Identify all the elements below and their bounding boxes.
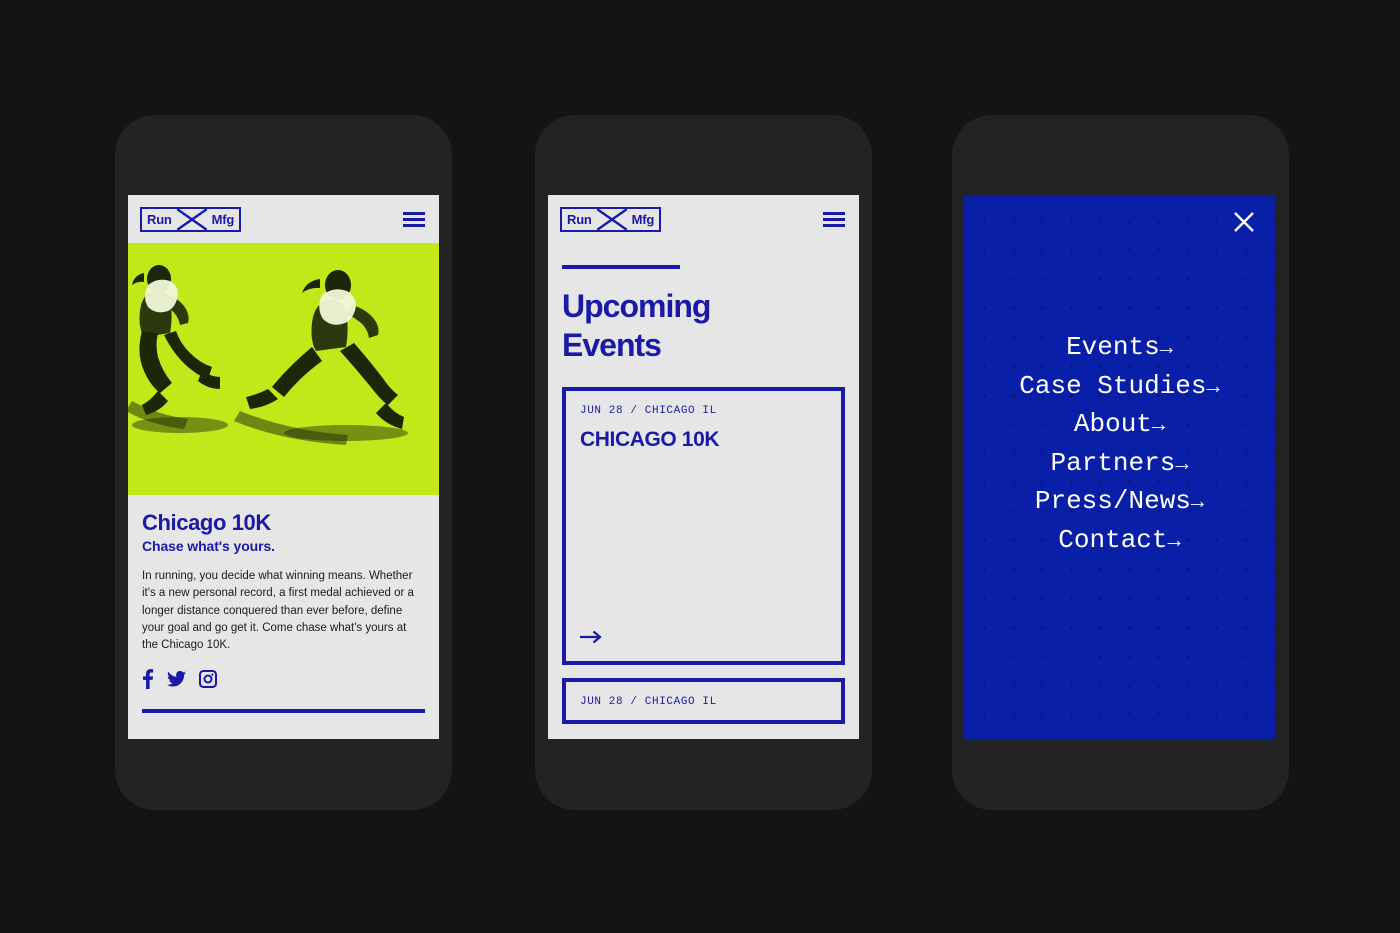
hamburger-bar	[403, 217, 425, 221]
section-eyebrow-rule	[562, 265, 680, 269]
arrow-right-icon: →	[1190, 490, 1205, 516]
arrow-right-icon: →	[1159, 336, 1173, 361]
menu-item-contact[interactable]: Contact→	[1058, 526, 1180, 555]
facebook-icon[interactable]	[142, 669, 154, 690]
event-title: CHICAGO 10K	[580, 428, 720, 452]
article-body: In running, you decide what winning mean…	[142, 570, 414, 652]
menu-item-label: Partners	[1050, 447, 1176, 478]
brand-logo-one[interactable]: Run Mfg	[140, 206, 242, 232]
page-title: Chicago 10K	[142, 510, 271, 535]
close-icon[interactable]	[1233, 211, 1255, 233]
event-meta: JUN 28 / CHICAGO IL	[580, 405, 717, 418]
arrow-right-icon: →	[1206, 374, 1220, 400]
instagram-icon[interactable]	[199, 670, 217, 689]
hamburger-bar	[403, 211, 425, 215]
screen-events: Run Mfg Upcoming Events JUN 28 / CHICAGO…	[548, 195, 859, 739]
menu-item-label: Events	[1066, 332, 1160, 362]
menu-overlay: Events→ Case Studies→ About→ Partners→ P…	[964, 195, 1275, 739]
page-subtitle: Chase what's yours.	[142, 538, 275, 555]
arrow-right-icon: →	[1167, 528, 1181, 554]
logo-word-run: Run	[147, 211, 172, 227]
menu-item-label: Case Studies	[1019, 370, 1207, 401]
menu-item-case-studies[interactable]: Case Studies→	[1019, 370, 1220, 401]
article-block: Chicago 10K Chase what's yours. In runni…	[128, 495, 439, 714]
section-title-line-1: Upcoming	[562, 288, 711, 324]
menu-item-events[interactable]: Events→	[1066, 333, 1173, 362]
section-title-line-2: Events	[562, 327, 662, 364]
logo-word-mfg: Mfg	[211, 211, 235, 227]
events-section: Upcoming Events JUN 28 / CHICAGO IL CHIC…	[548, 243, 859, 725]
event-card[interactable]: JUN 28 / CHICAGO IL CHICAGO 10K	[562, 387, 845, 666]
hamburger-bar	[823, 223, 845, 227]
arrow-right-icon: →	[1151, 413, 1166, 439]
menu-item-about[interactable]: About→	[1074, 410, 1165, 439]
topbar-two: Run Mfg	[548, 195, 859, 243]
event-card-list: JUN 28 / CHICAGO IL CHICAGO 10K JUN 28 /…	[562, 387, 845, 725]
screen-article: Run Mfg Chicago 10K Chase what's yours. …	[128, 195, 439, 739]
hamburger-bar	[823, 217, 845, 221]
twitter-icon[interactable]	[167, 671, 186, 687]
menu-item-label: Press/News	[1034, 486, 1191, 517]
x-bowtie-icon	[596, 208, 627, 230]
arrow-right-icon: →	[1175, 451, 1189, 477]
menu-item-press-news[interactable]: Press/News→	[1035, 487, 1204, 516]
event-meta: JUN 28 / CHICAGO IL	[580, 696, 717, 709]
logo-word-mfg: Mfg	[631, 211, 655, 227]
hamburger-icon[interactable]	[403, 211, 425, 227]
hero-image-runners	[128, 243, 439, 495]
topbar-one: Run Mfg	[128, 195, 439, 243]
screen-menu: Events→ Case Studies→ About→ Partners→ P…	[964, 195, 1275, 739]
menu-item-partners[interactable]: Partners→	[1050, 447, 1189, 478]
social-links	[142, 669, 425, 690]
x-bowtie-icon	[176, 208, 207, 230]
menu-item-list: Events→ Case Studies→ About→ Partners→ P…	[964, 333, 1275, 555]
menu-item-label: About	[1073, 409, 1152, 440]
hamburger-icon[interactable]	[823, 211, 845, 227]
event-arrow-icon[interactable]	[580, 630, 827, 649]
logo-word-run: Run	[567, 211, 592, 227]
menu-item-label: Contact	[1058, 524, 1168, 555]
hamburger-bar	[403, 223, 425, 227]
screenshot-stage: Run Mfg Chicago 10K Chase what's yours. …	[0, 0, 1400, 933]
brand-logo-two[interactable]: Run Mfg	[560, 206, 662, 232]
bottom-divider	[142, 709, 425, 714]
section-title: Upcoming Events	[562, 287, 845, 365]
hamburger-bar	[823, 211, 845, 215]
event-card[interactable]: JUN 28 / CHICAGO IL	[562, 678, 845, 725]
